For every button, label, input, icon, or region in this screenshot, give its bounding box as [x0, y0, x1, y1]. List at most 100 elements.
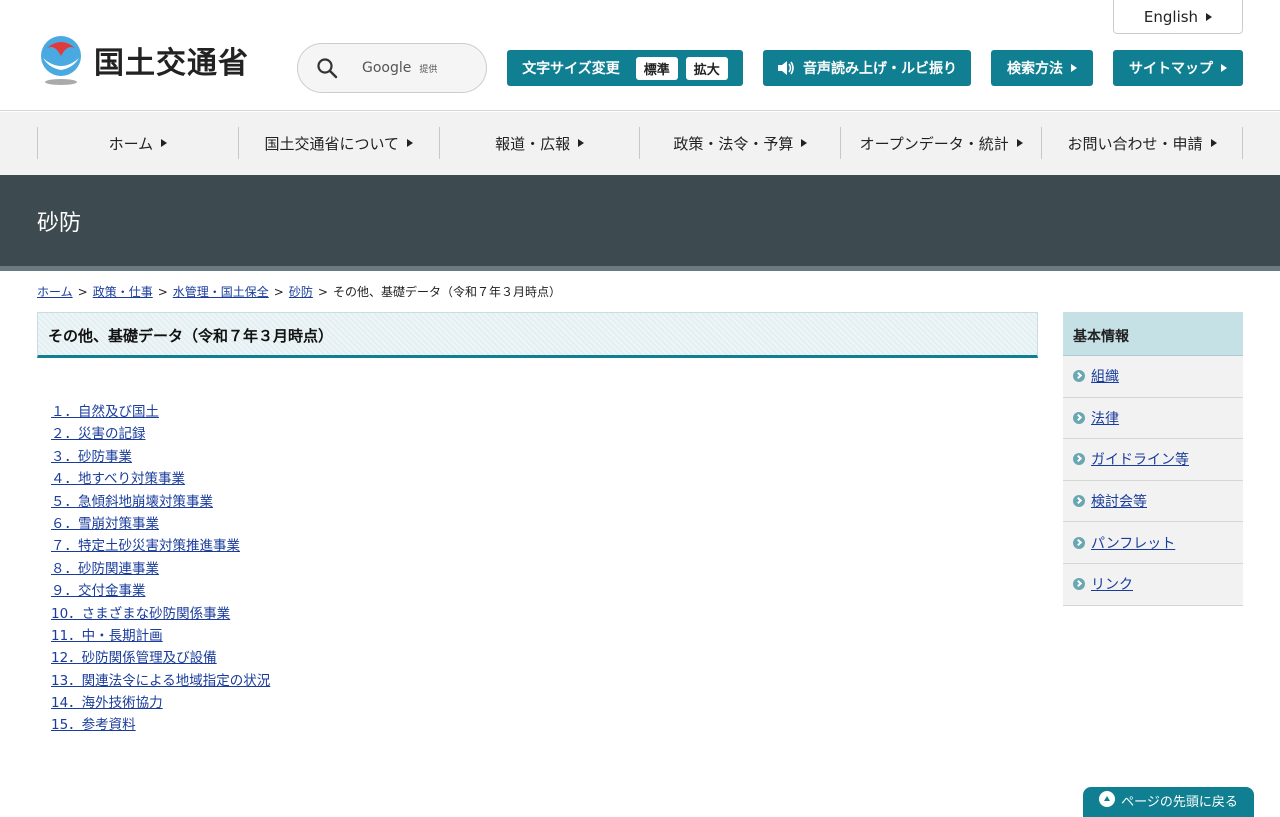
list-item: 14．海外技術協力	[51, 693, 270, 715]
gnav-label: 国土交通省について	[264, 134, 400, 153]
arrow-right-icon	[801, 139, 808, 147]
list-item: 15．参考資料	[51, 715, 270, 737]
logo-text: 国土交通省	[94, 46, 249, 81]
side-item-committees[interactable]: 検討会等	[1063, 480, 1243, 523]
data-link[interactable]: 12．砂防関係管理及び設備	[51, 650, 217, 666]
gnav-item-opendata[interactable]: オープンデータ・統計	[840, 127, 1041, 159]
gnav-label: お問い合わせ・申請	[1067, 134, 1203, 153]
side-item-pamphlets[interactable]: パンフレット	[1063, 522, 1243, 564]
chevron-circle-icon	[1073, 453, 1085, 466]
title-band-divider	[0, 266, 1280, 271]
arrow-right-icon	[578, 139, 585, 147]
arrow-right-icon	[161, 139, 168, 147]
search-method-button[interactable]: 検索方法	[991, 50, 1093, 86]
gnav-item-about[interactable]: 国土交通省について	[237, 127, 439, 159]
list-item: ２．災害の記録	[51, 424, 270, 446]
breadcrumb-separator: >	[317, 285, 328, 299]
list-item: ７．特定土砂災害対策推進事業	[51, 536, 270, 558]
side-link[interactable]: リンク	[1091, 574, 1133, 594]
chevron-circle-icon	[1073, 370, 1085, 383]
gnav-item-press[interactable]: 報道・広報	[438, 127, 640, 159]
list-item: ９．交付金事業	[51, 581, 270, 603]
arrow-right-icon	[1210, 139, 1217, 147]
arrow-right-icon	[1071, 64, 1077, 72]
list-item: ３．砂防事業	[51, 447, 270, 469]
side-menu: 基本情報 組織 法律 ガイドライン等 検討会等 パンフレット リンク	[1063, 312, 1243, 606]
list-item: ８．砂防関連事業	[51, 559, 270, 581]
breadcrumb-link-policy[interactable]: 政策・仕事	[93, 285, 153, 299]
arrow-right-icon	[1221, 64, 1227, 72]
arrow-right-icon	[1206, 12, 1213, 21]
side-link[interactable]: パンフレット	[1091, 533, 1175, 553]
side-item-guidelines[interactable]: ガイドライン等	[1063, 439, 1243, 481]
data-link[interactable]: 14．海外技術協力	[51, 695, 163, 711]
chevron-circle-icon	[1073, 495, 1085, 508]
data-link[interactable]: ４．地すべり対策事業	[51, 471, 185, 487]
arrow-right-icon	[407, 139, 414, 147]
data-link[interactable]: 11．中・長期計画	[51, 628, 163, 644]
data-link[interactable]: 15．参考資料	[51, 717, 136, 733]
breadcrumb-link-sabo[interactable]: 砂防	[289, 285, 313, 299]
font-size-label: 文字サイズ変更	[522, 61, 620, 77]
gnav-label: ホーム	[108, 134, 154, 153]
data-link[interactable]: ２．災害の記録	[51, 426, 146, 442]
gnav-item-contact[interactable]: お問い合わせ・申請	[1041, 127, 1243, 159]
side-link[interactable]: 検討会等	[1091, 491, 1147, 511]
search-icon[interactable]	[316, 57, 338, 79]
chevron-circle-icon	[1073, 411, 1085, 424]
search-method-label: 検索方法	[1007, 61, 1063, 77]
list-item: ６．雪崩対策事業	[51, 514, 270, 536]
arrow-up-icon	[1099, 791, 1116, 807]
data-link[interactable]: 13．関連法令による地域指定の状況	[51, 673, 270, 689]
data-link[interactable]: ７．特定土砂災害対策推進事業	[51, 538, 240, 554]
side-item-organization[interactable]: 組織	[1063, 356, 1243, 398]
gnav-item-home[interactable]: ホーム	[37, 127, 238, 159]
font-size-standard-button[interactable]: 標準	[635, 56, 678, 80]
side-link[interactable]: 法律	[1091, 408, 1119, 428]
side-item-links[interactable]: リンク	[1063, 563, 1243, 606]
gnav-label: 報道・広報	[495, 134, 571, 153]
search-box[interactable]: Google 提供	[297, 43, 487, 93]
breadcrumb-separator: >	[157, 285, 168, 299]
section-heading-text: その他、基礎データ（令和７年３月時点）	[48, 327, 334, 345]
page-title-band: 砂防	[0, 175, 1280, 266]
voice-reading-button[interactable]: 音声読み上げ・ルビ振り	[763, 50, 971, 86]
list-item: ４．地すべり対策事業	[51, 469, 270, 491]
english-link[interactable]: English	[1113, 0, 1243, 34]
list-item: ５．急傾斜地崩壊対策事業	[51, 492, 270, 514]
speaker-icon	[778, 61, 794, 75]
font-size-large-button[interactable]: 拡大	[685, 56, 728, 80]
side-item-law[interactable]: 法律	[1063, 397, 1243, 440]
list-item: 13．関連法令による地域指定の状況	[51, 671, 270, 693]
list-item: 11．中・長期計画	[51, 626, 270, 648]
page-title: 砂防	[37, 211, 82, 236]
arrow-right-icon	[1016, 139, 1023, 147]
page-top-button[interactable]: ページの先頭に戻る	[1083, 787, 1254, 817]
list-item: 12．砂防関係管理及び設備	[51, 648, 270, 670]
chevron-circle-icon	[1073, 578, 1085, 591]
data-link[interactable]: １．自然及び国土	[51, 404, 159, 420]
data-link[interactable]: ８．砂防関連事業	[51, 561, 159, 577]
site-logo[interactable]: 国土交通省	[37, 34, 249, 86]
breadcrumb-link-home[interactable]: ホーム	[37, 285, 73, 299]
english-label: English	[1143, 7, 1199, 26]
list-item: 10．さまざまな砂防関係事業	[51, 604, 270, 626]
chevron-circle-icon	[1073, 536, 1085, 549]
data-link[interactable]: 10．さまざまな砂防関係事業	[51, 606, 230, 622]
site-header: 国土交通省 English Google 提供 文字サイズ変更 標準 拡大 音声…	[0, 0, 1280, 111]
sitemap-label: サイトマップ	[1129, 61, 1213, 77]
breadcrumb-link-water[interactable]: 水管理・国土保全	[173, 285, 269, 299]
section-heading: その他、基礎データ（令和７年３月時点）	[37, 312, 1038, 358]
data-link[interactable]: ６．雪崩対策事業	[51, 516, 159, 532]
sitemap-button[interactable]: サイトマップ	[1113, 50, 1243, 86]
breadcrumb: ホーム > 政策・仕事 > 水管理・国土保全 > 砂防 > その他、基礎データ（令和７年３月時点…	[37, 283, 561, 300]
ministry-logo-icon	[41, 36, 81, 85]
data-link[interactable]: ３．砂防事業	[51, 449, 132, 465]
breadcrumb-separator: >	[77, 285, 88, 299]
side-link[interactable]: ガイドライン等	[1091, 449, 1189, 469]
data-link[interactable]: ５．急傾斜地崩壊対策事業	[51, 494, 213, 510]
breadcrumb-separator: >	[273, 285, 284, 299]
data-link[interactable]: ９．交付金事業	[51, 583, 146, 599]
side-link[interactable]: 組織	[1091, 366, 1119, 386]
gnav-item-policy[interactable]: 政策・法令・予算	[639, 127, 840, 159]
